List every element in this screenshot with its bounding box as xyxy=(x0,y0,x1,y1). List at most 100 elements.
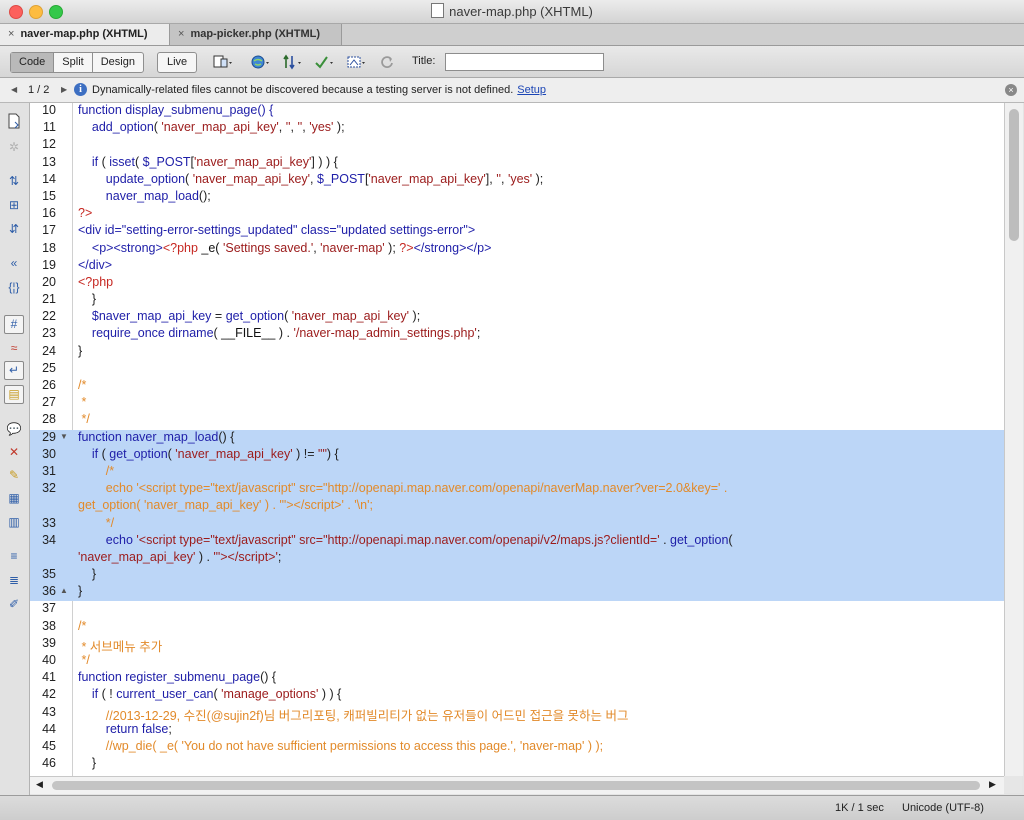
code-line[interactable]: 43 //2013-12-29, 수진(@sujin2f)님 버그리포팅, 캐퍼… xyxy=(30,705,1004,723)
code-line[interactable]: 27 * xyxy=(30,395,1004,412)
code-line[interactable]: 34 echo '<script type="text/javascript" … xyxy=(30,532,1004,550)
code-line[interactable]: 17 <div id="setting-error-settings_update… xyxy=(30,223,1004,240)
code-line[interactable]: 20 <?php xyxy=(30,275,1004,292)
setup-link[interactable]: Setup xyxy=(517,84,546,96)
code-editor[interactable]: 10 function display_submenu_page() {11 ad… xyxy=(30,103,1004,776)
split-view-button[interactable]: Split xyxy=(54,53,93,72)
fold-close-icon[interactable]: ▲ xyxy=(60,586,68,595)
code-line[interactable]: 39 * 서브메뉴 추가 xyxy=(30,636,1004,654)
move-css-icon[interactable]: ▥ xyxy=(5,514,23,530)
code-text: */ xyxy=(78,412,90,427)
code-line[interactable]: 28 */ xyxy=(30,412,1004,429)
horizontal-scrollbar[interactable]: ◀ ▶ xyxy=(30,776,1004,794)
close-infobar-icon[interactable]: × xyxy=(1005,84,1017,96)
code-line[interactable]: 23 require_once dirname( __FILE__ ) . '/… xyxy=(30,326,1004,343)
collapse-full-tag-icon[interactable]: ✲ xyxy=(5,139,23,155)
code-line[interactable]: 40 */ xyxy=(30,653,1004,670)
code-line[interactable]: 30 if ( get_option( 'naver_map_api_key' … xyxy=(30,446,1004,464)
vertical-scroll-thumb[interactable] xyxy=(1009,109,1019,241)
balance-braces-icon[interactable]: « xyxy=(5,255,23,271)
visual-aids-icon[interactable] xyxy=(346,54,368,70)
code-line[interactable]: 24} xyxy=(30,344,1004,361)
line-number: 24 xyxy=(42,343,56,358)
code-text: function display_submenu_page() { xyxy=(78,103,274,117)
line-numbers-icon[interactable]: {¦} xyxy=(5,279,23,295)
multiscreen-icon[interactable] xyxy=(212,54,234,70)
live-view-button[interactable]: Live xyxy=(157,52,198,73)
line-number: 46 xyxy=(42,756,56,771)
open-documents-icon[interactable] xyxy=(5,113,23,129)
file-management-icon[interactable] xyxy=(282,54,304,70)
close-tab-icon[interactable]: × xyxy=(178,28,184,40)
collapse-selection-icon[interactable]: ⇅ xyxy=(5,173,23,189)
fold-open-icon[interactable]: ▼ xyxy=(60,432,68,441)
outdent-icon[interactable]: ≣ xyxy=(5,572,23,588)
code-line[interactable]: 14 update_option( 'naver_map_api_key', $… xyxy=(30,172,1004,189)
code-line[interactable]: 11 add_option( 'naver_map_api_key', '', … xyxy=(30,120,1004,137)
syntax-coloring-icon[interactable]: ▤ xyxy=(4,385,24,404)
vertical-scrollbar[interactable] xyxy=(1004,103,1023,776)
code-line[interactable]: 15 naver_map_load(); xyxy=(30,189,1004,206)
close-tab-icon[interactable]: × xyxy=(8,28,14,40)
code-view-button[interactable]: Code xyxy=(11,53,55,72)
tab-naver-map[interactable]: × naver-map.php (XHTML) xyxy=(0,24,170,45)
scroll-left-icon[interactable]: ◀ xyxy=(36,779,43,790)
apply-comment-icon[interactable]: 💬 xyxy=(5,421,23,437)
code-line[interactable]: 38 /* xyxy=(30,619,1004,636)
code-line[interactable]: get_option( 'naver_map_api_key' ) . '"><… xyxy=(30,498,1004,516)
validate-icon[interactable] xyxy=(314,54,336,70)
design-view-button[interactable]: Design xyxy=(93,53,143,72)
code-line[interactable]: 42 if ( ! current_user_can( 'manage_opti… xyxy=(30,687,1004,704)
code-line[interactable]: 12 xyxy=(30,137,1004,154)
format-source-icon[interactable]: ✐ xyxy=(5,596,23,612)
code-line[interactable]: 35 } xyxy=(30,567,1004,585)
scroll-right-icon[interactable]: ▶ xyxy=(989,779,996,790)
code-line[interactable]: 19 </div> xyxy=(30,258,1004,275)
remove-comment-icon[interactable]: ✕ xyxy=(5,444,23,460)
next-arrow-icon[interactable]: ▶ xyxy=(61,78,67,102)
wrap-tag-icon[interactable]: ✎ xyxy=(5,467,23,483)
previous-arrow-icon[interactable]: ◀ xyxy=(11,78,17,102)
recent-snippets-icon[interactable]: ▦ xyxy=(5,490,23,506)
preview-globe-icon[interactable] xyxy=(250,54,272,70)
code-line[interactable]: 45 //wp_die( _e( 'You do not have suffic… xyxy=(30,739,1004,756)
code-line[interactable]: 33 */ xyxy=(30,515,1004,533)
code-line[interactable]: 'naver_map_api_key' ) . '"></script>'; xyxy=(30,549,1004,568)
code-line[interactable]: 29 ▼ function naver_map_load() { xyxy=(30,429,1004,447)
tab-label: naver-map.php (XHTML) xyxy=(20,28,148,40)
code-line[interactable]: 18 <p><strong><?php _e( 'Settings saved.… xyxy=(30,241,1004,258)
select-parent-tag-icon[interactable]: ⇵ xyxy=(5,221,23,237)
code-text: } xyxy=(78,567,97,582)
code-line[interactable]: 32 echo '<script type="text/javascript" … xyxy=(30,481,1004,499)
encoding[interactable]: Unicode (UTF-8) xyxy=(902,796,984,820)
code-text: } xyxy=(78,343,83,358)
refresh-icon[interactable] xyxy=(376,54,398,70)
editor-window: naver-map.php (XHTML) × naver-map.php (XH… xyxy=(0,0,1024,820)
document-icon xyxy=(431,3,445,18)
highlight-invalid-code-icon[interactable]: # xyxy=(4,315,24,334)
title-input[interactable] xyxy=(445,53,604,71)
code-line[interactable]: 46 } xyxy=(30,756,1004,773)
info-icon: i xyxy=(74,83,87,96)
code-line[interactable]: 26 /* xyxy=(30,378,1004,395)
expand-all-icon[interactable]: ⊞ xyxy=(5,197,23,213)
code-line[interactable]: 22 $naver_map_api_key = get_option( 'nav… xyxy=(30,309,1004,326)
syntax-error-icon[interactable]: ≈ xyxy=(5,340,23,356)
code-line[interactable]: 21 } xyxy=(30,292,1004,309)
code-line[interactable]: 10 function display_submenu_page() { xyxy=(30,103,1004,120)
code-line[interactable]: 16 ?> xyxy=(30,206,1004,223)
code-line[interactable]: 31 /* xyxy=(30,463,1004,482)
scroll-corner xyxy=(1004,776,1022,793)
horizontal-scroll-thumb[interactable] xyxy=(52,781,980,790)
code-line[interactable]: 25 xyxy=(30,361,1004,378)
line-number: 25 xyxy=(42,360,56,375)
code-line[interactable]: 37 xyxy=(30,601,1004,618)
tab-map-picker[interactable]: × map-picker.php (XHTML) xyxy=(170,24,342,45)
indent-icon[interactable]: ≡ xyxy=(5,548,23,564)
line-number: 22 xyxy=(42,309,56,324)
code-line[interactable]: 36 ▲} xyxy=(30,584,1004,602)
code-line[interactable]: 13 if ( isset( $_POST['naver_map_api_key… xyxy=(30,155,1004,172)
word-wrap-icon[interactable]: ↵ xyxy=(4,361,24,380)
code-line[interactable]: 41 function register_submenu_page() { xyxy=(30,670,1004,687)
code-line[interactable]: 44 return false; xyxy=(30,722,1004,739)
